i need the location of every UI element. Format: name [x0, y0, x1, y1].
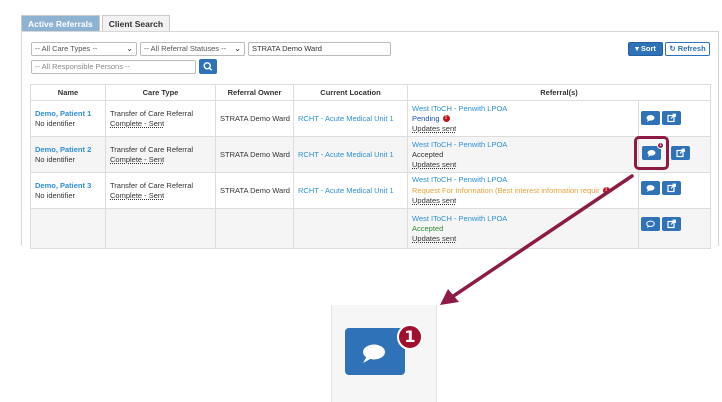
- message-button[interactable]: [641, 181, 660, 195]
- tab-client-search[interactable]: Client Search: [101, 15, 171, 32]
- name-cell: Demo, Patient 1 No identifier: [30, 100, 106, 137]
- patient-identifier: No identifier: [35, 154, 76, 164]
- referral-cell: West IToCH - Penwith LPOA Accepted Updat…: [407, 136, 639, 173]
- exclamation-icon: !: [602, 187, 610, 194]
- refresh-icon: ↻: [669, 44, 676, 53]
- care-type-status[interactable]: Complete - Sent: [110, 191, 211, 201]
- name-cell: [30, 208, 106, 249]
- referral-updates-link[interactable]: Updates sent: [412, 196, 634, 206]
- sort-button-label: Sort: [640, 44, 656, 53]
- zoomed-message-button: [345, 328, 405, 375]
- referral-cell: West IToCH - Penwith LPOA Request For In…: [407, 172, 639, 209]
- open-external-button[interactable]: [662, 181, 681, 195]
- care-type-label: Transfer of Care Referral: [110, 108, 194, 118]
- current-location-link[interactable]: RCHT - Acute Medical Unit 1: [293, 136, 408, 173]
- care-type-cell: Transfer of Care Referral Complete - Sen…: [105, 100, 216, 137]
- referral-status: Request For Information (Best interest i…: [412, 185, 634, 195]
- referral-status-select[interactable]: -- All Referral Statuses -- ⌄: [140, 42, 245, 56]
- name-cell: Demo, Patient 3 No identifier: [30, 172, 106, 209]
- speech-bubble-icon: [646, 115, 655, 122]
- name-cell: Demo, Patient 2 No identifier: [30, 136, 106, 173]
- refresh-button-label: Refresh: [677, 44, 706, 53]
- column-header-name: Name: [30, 84, 106, 101]
- referral-owner: [215, 208, 294, 249]
- referral-org-link[interactable]: West IToCH - Penwith LPOA: [412, 214, 634, 224]
- external-link-icon: [676, 148, 685, 158]
- care-type-select-value: -- All Care Types --: [35, 44, 98, 53]
- referral-org-link[interactable]: West IToCH - Penwith LPOA: [412, 140, 634, 150]
- speech-bubble-icon: [646, 185, 655, 192]
- zoomed-notification-badge: 1: [397, 324, 423, 350]
- caret-down-icon: ▾: [635, 44, 639, 53]
- referral-status: Accepted: [412, 223, 444, 233]
- care-type-status[interactable]: Complete - Sent: [110, 119, 211, 129]
- chevron-down-icon: ⌄: [234, 44, 241, 53]
- referral-cell: West IToCH - Penwith LPOA Pending! Updat…: [407, 100, 639, 137]
- patient-name-link[interactable]: Demo, Patient 1: [35, 109, 101, 119]
- external-link-icon: [667, 183, 676, 193]
- speech-bubble-icon: [363, 344, 385, 363]
- message-button[interactable]: [641, 111, 660, 125]
- current-location-link[interactable]: RCHT - Acute Medical Unit 1: [293, 100, 408, 137]
- sort-button[interactable]: ▾ Sort: [628, 42, 663, 56]
- open-external-button[interactable]: [662, 111, 681, 125]
- column-header-care-type: Care Type: [105, 84, 216, 101]
- patient-identifier: No identifier: [35, 118, 76, 128]
- care-type-label: Transfer of Care Referral: [110, 144, 194, 154]
- care-type-cell: Transfer of Care Referral Complete - Sen…: [105, 136, 216, 173]
- current-location-link: [293, 208, 408, 249]
- table-header-row: Name Care Type Referral Owner Current Lo…: [30, 84, 712, 101]
- search-button[interactable]: [199, 59, 217, 74]
- care-type-status[interactable]: Complete - Sent: [110, 155, 211, 165]
- highlight-box: [634, 136, 669, 170]
- table-row: West IToCH - Penwith LPOA Accepted Updat…: [30, 208, 712, 249]
- referral-status-text: Request For Information (Best interest i…: [412, 185, 600, 195]
- referral-owner: STRATA Demo Ward: [215, 100, 294, 137]
- table-row: Demo, Patient 3 No identifier Transfer o…: [30, 172, 712, 209]
- referral-updates-link[interactable]: Updates sent: [412, 160, 634, 170]
- care-type-select[interactable]: -- All Care Types -- ⌄: [31, 42, 137, 56]
- tab-active-referrals[interactable]: Active Referrals: [21, 15, 100, 32]
- column-header-referral-owner: Referral Owner: [215, 84, 294, 101]
- referral-status: Accepted: [412, 149, 444, 159]
- column-header-current-location: Current Location: [293, 84, 408, 101]
- referral-status-text: Pending: [412, 113, 440, 123]
- referral-org-link[interactable]: West IToCH - Penwith LPOA: [412, 104, 634, 114]
- external-link-icon: [667, 219, 676, 229]
- exclamation-icon: !: [442, 115, 450, 123]
- current-location-link[interactable]: RCHT - Acute Medical Unit 1: [293, 172, 408, 209]
- table-row: Demo, Patient 1 No identifier Transfer o…: [30, 100, 712, 137]
- external-link-icon: [667, 113, 676, 123]
- tab-bar: Active Referrals Client Search: [21, 15, 172, 32]
- referral-updates-link[interactable]: Updates sent: [412, 124, 634, 134]
- speech-bubble-outline-icon: [646, 220, 655, 228]
- chevron-down-icon: ⌄: [126, 44, 133, 53]
- open-external-button[interactable]: [671, 146, 690, 160]
- refresh-button[interactable]: ↻ Refresh: [665, 42, 710, 56]
- patient-identifier: No identifier: [35, 190, 76, 200]
- open-external-button[interactable]: [662, 217, 681, 231]
- referral-status-select-value: -- All Referral Statuses --: [144, 44, 227, 53]
- referral-updates-link[interactable]: Updates sent: [412, 234, 634, 244]
- responsible-persons-input[interactable]: -- All Responsible Persons --: [31, 60, 196, 74]
- ward-input[interactable]: STRATA Demo Ward: [248, 42, 391, 56]
- care-type-cell: [105, 208, 216, 249]
- referral-owner: STRATA Demo Ward: [215, 172, 294, 209]
- care-type-cell: Transfer of Care Referral Complete - Sen…: [105, 172, 216, 209]
- referral-org-link[interactable]: West IToCH - Penwith LPOA: [412, 175, 634, 185]
- referrals-table: Name Care Type Referral Owner Current Lo…: [30, 84, 712, 249]
- referral-owner: STRATA Demo Ward: [215, 136, 294, 173]
- table-row: Demo, Patient 2 No identifier Transfer o…: [30, 136, 712, 173]
- patient-name-link[interactable]: Demo, Patient 2: [35, 145, 101, 155]
- search-icon: [203, 62, 213, 71]
- referral-cell: West IToCH - Penwith LPOA Accepted Updat…: [407, 208, 639, 249]
- referral-status: Pending!: [412, 114, 634, 124]
- care-type-label: Transfer of Care Referral: [110, 180, 194, 190]
- notification-badge: 1: [657, 142, 664, 149]
- patient-name-link[interactable]: Demo, Patient 3: [35, 181, 101, 191]
- column-header-referrals: Referral(s): [406, 84, 712, 101]
- message-button[interactable]: [641, 217, 660, 231]
